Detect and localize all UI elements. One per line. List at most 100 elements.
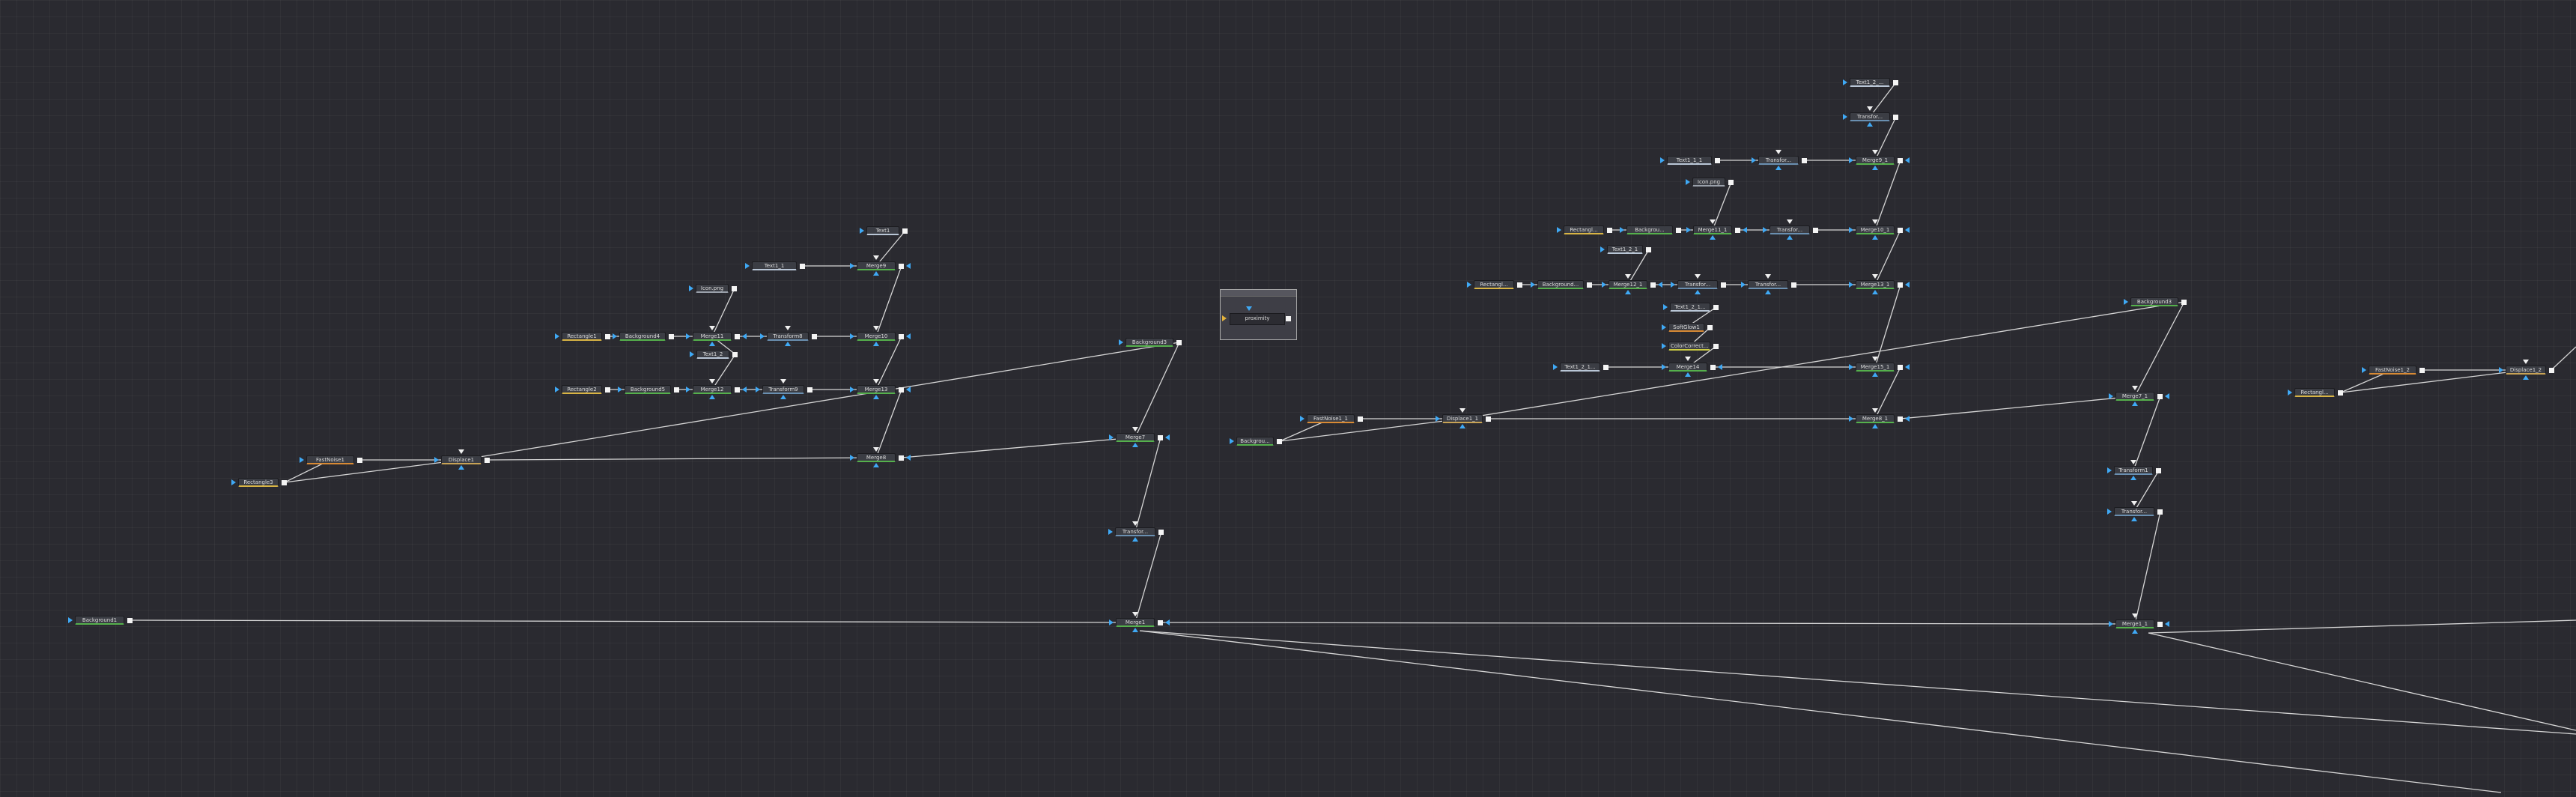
- node-label[interactable]: Background3: [1126, 338, 1173, 347]
- mask-input-icon[interactable]: [2523, 375, 2529, 380]
- node-label[interactable]: Merge11: [693, 332, 732, 341]
- connection-wire[interactable]: [1900, 396, 2136, 419]
- input-arrow-icon[interactable]: [300, 457, 304, 463]
- output-port[interactable]: [1721, 282, 1726, 288]
- input-arrow-icon[interactable]: [1686, 227, 1691, 233]
- node-label[interactable]: Background4: [619, 332, 666, 341]
- connection-wire[interactable]: [2133, 470, 2160, 512]
- output-port[interactable]: [1707, 325, 1713, 330]
- connection-wire[interactable]: [711, 354, 736, 390]
- foreground-input-icon[interactable]: [1132, 427, 1138, 431]
- output-port[interactable]: [1158, 435, 1163, 440]
- mask-input-icon[interactable]: [1867, 122, 1873, 127]
- output-port[interactable]: [807, 387, 812, 393]
- effect-mask-arrow-icon[interactable]: [1743, 227, 1747, 233]
- node-label[interactable]: Displace1_2: [2506, 366, 2546, 375]
- output-port[interactable]: [1650, 282, 1656, 288]
- input-arrow-icon[interactable]: [1119, 339, 1123, 345]
- node-label[interactable]: Rectangl...: [2294, 388, 2335, 397]
- effect-mask-arrow-icon[interactable]: [906, 455, 911, 461]
- connection-wire[interactable]: [875, 230, 906, 267]
- foreground-input-icon[interactable]: [2130, 460, 2136, 464]
- input-arrow-icon[interactable]: [2288, 390, 2292, 396]
- connection-wire[interactable]: [1139, 630, 2576, 735]
- connection-wire[interactable]: [711, 288, 735, 337]
- input-arrow-icon[interactable]: [231, 479, 236, 485]
- node-label[interactable]: ColorCorrect...: [1668, 342, 1710, 351]
- output-port[interactable]: [2549, 368, 2554, 373]
- node-label[interactable]: Transform9: [762, 385, 804, 394]
- node-label[interactable]: Merge10: [857, 332, 896, 341]
- input-arrow-icon[interactable]: [1662, 343, 1666, 349]
- output-port[interactable]: [2338, 390, 2343, 396]
- output-port[interactable]: [1646, 247, 1651, 252]
- connection-wire[interactable]: [2148, 619, 2576, 634]
- node-label[interactable]: Text1_1: [752, 261, 797, 270]
- input-arrow-icon[interactable]: [1752, 157, 1756, 163]
- foreground-input-icon[interactable]: [458, 449, 464, 454]
- foreground-input-icon[interactable]: [1872, 408, 1878, 413]
- mask-input-icon[interactable]: [1625, 290, 1631, 294]
- input-arrow-icon[interactable]: [690, 351, 694, 357]
- group-output-arrow-icon[interactable]: [1246, 306, 1252, 311]
- output-port[interactable]: [1603, 365, 1609, 370]
- input-arrow-icon[interactable]: [689, 285, 693, 291]
- input-arrow-icon[interactable]: [850, 387, 854, 393]
- output-port[interactable]: [899, 455, 904, 461]
- connection-wire[interactable]: [1874, 366, 1901, 419]
- node-label[interactable]: Rectangle3: [238, 478, 279, 487]
- output-port[interactable]: [1158, 620, 1163, 625]
- connection-wire[interactable]: [875, 265, 902, 337]
- input-arrow-icon[interactable]: [2109, 621, 2113, 627]
- output-port[interactable]: [669, 334, 674, 339]
- output-port[interactable]: [1277, 439, 1282, 444]
- input-arrow-icon[interactable]: [1671, 282, 1675, 288]
- group-title-bar[interactable]: [1221, 290, 1296, 297]
- flow-canvas[interactable]: Text1 Text1_1 Merge9 Icon.png Rectangle1 Back…: [0, 0, 2576, 797]
- input-arrow-icon[interactable]: [1849, 227, 1853, 233]
- node-label[interactable]: Merge8: [857, 453, 896, 462]
- output-port[interactable]: [735, 334, 740, 339]
- node-label[interactable]: SoftGlow1: [1668, 323, 1704, 332]
- foreground-input-icon[interactable]: [785, 326, 791, 330]
- output-port[interactable]: [1486, 416, 1491, 422]
- node-label[interactable]: FastNoise1: [306, 455, 354, 464]
- effect-mask-arrow-icon[interactable]: [2165, 621, 2169, 627]
- output-port[interactable]: [899, 264, 904, 269]
- output-port[interactable]: [735, 387, 740, 393]
- mask-input-icon[interactable]: [873, 342, 879, 346]
- connection-wire[interactable]: [2148, 632, 2576, 731]
- node-label[interactable]: Rectangl...: [1474, 280, 1514, 289]
- input-arrow-icon[interactable]: [2107, 467, 2112, 473]
- group-output-port[interactable]: [1286, 316, 1291, 321]
- node-label[interactable]: Rectangle2: [562, 385, 602, 394]
- output-port[interactable]: [1713, 344, 1719, 349]
- input-arrow-icon[interactable]: [613, 333, 617, 339]
- input-arrow-icon[interactable]: [618, 387, 622, 393]
- connection-wire[interactable]: [1134, 531, 1162, 623]
- output-port[interactable]: [357, 458, 362, 463]
- input-arrow-icon[interactable]: [2362, 367, 2366, 373]
- mask-input-icon[interactable]: [1872, 235, 1878, 240]
- node-label[interactable]: Text1_2_1...: [1670, 303, 1710, 312]
- input-arrow-icon[interactable]: [2109, 393, 2113, 399]
- input-arrow-icon[interactable]: [555, 387, 559, 393]
- output-port[interactable]: [605, 334, 610, 339]
- foreground-input-icon[interactable]: [709, 379, 715, 384]
- foreground-input-icon[interactable]: [873, 326, 879, 330]
- foreground-input-icon[interactable]: [1625, 274, 1631, 279]
- connection-wire[interactable]: [1134, 437, 1161, 533]
- input-arrow-icon[interactable]: [1108, 529, 1113, 535]
- input-arrow-icon[interactable]: [1663, 304, 1668, 310]
- output-port[interactable]: [1802, 158, 1807, 163]
- mask-input-icon[interactable]: [873, 395, 879, 399]
- node-label[interactable]: Displace1: [441, 455, 482, 464]
- output-port[interactable]: [2157, 622, 2163, 627]
- output-port[interactable]: [1710, 365, 1716, 370]
- foreground-input-icon[interactable]: [1872, 274, 1878, 279]
- foreground-input-icon[interactable]: [873, 255, 879, 260]
- output-port[interactable]: [1358, 416, 1363, 422]
- node-label[interactable]: Transform1: [2114, 466, 2153, 475]
- mask-input-icon[interactable]: [873, 271, 879, 276]
- input-arrow-icon[interactable]: [1620, 227, 1624, 233]
